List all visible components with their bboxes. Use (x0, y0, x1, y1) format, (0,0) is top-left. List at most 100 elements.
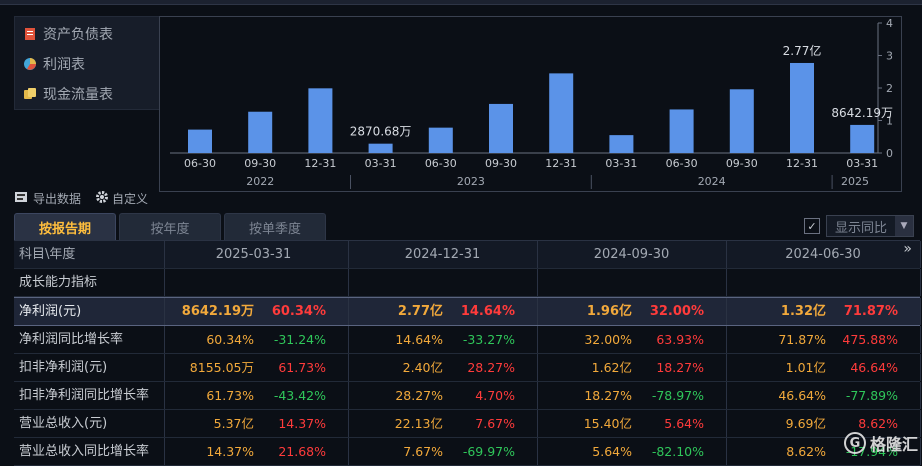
empty-cell (159, 269, 349, 296)
cash-flow-icon (23, 87, 37, 101)
column-header[interactable]: 2025-03-31 (159, 241, 349, 268)
cell-value: 14.37% (206, 444, 254, 459)
x-tick-label: 06-30 (184, 157, 216, 170)
data-label: 8642.19万 (831, 106, 893, 120)
bar[interactable] (308, 88, 333, 153)
cell-value: 2.77亿 (397, 304, 443, 319)
data-cell: 1.01亿 46.64% (726, 354, 921, 381)
data-cell: 8155.05万 61.73% (159, 354, 349, 381)
empty-cell (726, 269, 921, 296)
cell-value: 8.62% (786, 444, 826, 459)
bar[interactable] (428, 127, 453, 153)
cell-growth: 5.64% (664, 416, 704, 431)
top-border (0, 0, 922, 5)
bar[interactable] (850, 124, 875, 153)
sidebar-item-income-statement[interactable]: 利润表 (23, 53, 85, 75)
sidebar-item-label: 现金流量表 (43, 87, 113, 103)
cell-value: 1.32亿 (780, 304, 826, 319)
cell-growth: 63.93% (656, 332, 704, 347)
data-cell: 8642.19万 60.34% (159, 298, 349, 325)
column-header[interactable]: 2024-12-31 (348, 241, 538, 268)
bar[interactable] (609, 135, 634, 153)
data-cell: 60.34% -31.24% (159, 326, 349, 353)
table-row: 扣非净利润(元) 8155.05万 61.73% 2.40亿 28.27% 1.62亿 18… (14, 354, 921, 382)
customize-button[interactable]: 自定义 (95, 190, 148, 207)
cell-value: 2.40亿 (402, 360, 443, 375)
column-header[interactable]: 2024-09-30 (537, 241, 727, 268)
bar[interactable] (248, 111, 273, 153)
sidebar-item-label: 利润表 (43, 57, 85, 73)
empty-cell (348, 269, 538, 296)
cell-value: 71.87% (778, 332, 826, 347)
statement-sidebar: 资产负债表 利润表 现金流量表 (14, 16, 160, 110)
table-row: 扣非净利润同比增长率 61.73% -43.42% 28.27% 4.70% 18.27%… (14, 382, 921, 410)
sidebar-item-cash-flow[interactable]: 现金流量表 (23, 83, 113, 105)
row-label: 营业总收入(元) (14, 410, 165, 437)
cell-value: 5.37亿 (213, 416, 254, 431)
tab-by-quarter[interactable]: 按单季度 (224, 213, 326, 240)
data-cell: 1.96亿 32.00% (537, 298, 727, 325)
cell-growth: -77.89% (845, 388, 898, 403)
cell-value: 14.64% (395, 332, 443, 347)
data-cell: 1.32亿 71.87% (726, 298, 921, 325)
data-cell: 7.67% -69.97% (348, 438, 538, 465)
customize-label: 自定义 (112, 191, 149, 206)
cell-value: 15.40亿 (583, 416, 632, 431)
cell-value: 9.69亿 (785, 416, 826, 431)
data-cell: 5.37亿 14.37% (159, 410, 349, 437)
bar-chart-svg: 0123406-30 09-30 12-31 03-312870.68万06-30 09… (170, 17, 893, 189)
data-cell: 32.00% 63.93% (537, 326, 727, 353)
column-header[interactable]: 2024-06-30 (726, 241, 921, 268)
bar[interactable] (188, 129, 212, 153)
data-cell: 71.87% 475.88% (726, 326, 921, 353)
table-row: 净利润(元) 8642.19万 60.34% 2.77亿 14.64% 1.96亿 32.0… (14, 297, 921, 326)
year-label: 2025 (841, 175, 869, 188)
cell-growth: -82.10% (651, 444, 704, 459)
show-yoy-dropdown[interactable]: 显示同比 ▼ (826, 215, 914, 237)
watermark-text: 格隆汇 (869, 435, 918, 454)
tab-by-report-period[interactable]: 按报告期 (14, 213, 116, 240)
net-profit-chart: 0 1 2 3 4 06-30 09-30 12-31 03-31 2870.68万 06-30 09… (159, 16, 902, 192)
cell-growth: 475.88% (842, 332, 898, 347)
cell-growth: 28.27% (467, 360, 515, 375)
export-data-button[interactable]: 导出数据 (14, 190, 81, 207)
cell-growth: 32.00% (649, 304, 704, 319)
bar[interactable] (669, 109, 694, 153)
data-cell: 46.64% -77.89% (726, 382, 921, 409)
bar[interactable] (729, 89, 754, 153)
x-tick-label: 09-30 (244, 157, 276, 170)
sidebar-item-balance-sheet[interactable]: 资产负债表 (23, 23, 113, 45)
cell-value: 18.27% (584, 388, 632, 403)
data-cell: 2.40亿 28.27% (348, 354, 538, 381)
cell-value: 60.34% (206, 332, 254, 347)
y-tick-label: 3 (886, 50, 893, 63)
cell-value: 1.62亿 (591, 360, 632, 375)
x-tick-label: 09-30 (485, 157, 517, 170)
data-cell: 61.73% -43.42% (159, 382, 349, 409)
export-icon (14, 190, 30, 207)
row-label: 营业总收入同比增长率 (14, 438, 165, 465)
financial-table: 科目\年度 2025-03-31 2024-12-31 2024-09-30 2024-… (14, 240, 921, 466)
yoy-checkbox[interactable]: ✓ (804, 218, 820, 234)
cell-growth: 46.64% (850, 360, 898, 375)
x-tick-label: 12-31 (304, 157, 336, 170)
data-cell: 1.62亿 18.27% (537, 354, 727, 381)
y-tick-label: 2 (886, 82, 893, 95)
bar[interactable] (549, 73, 574, 153)
bar[interactable] (489, 103, 513, 153)
year-label: 2024 (698, 175, 726, 188)
data-cell: 28.27% 4.70% (348, 382, 538, 409)
row-label: 扣非净利润(元) (14, 354, 165, 381)
export-label: 导出数据 (33, 191, 82, 206)
section-label: 成长能力指标 (14, 269, 165, 296)
data-cell: 14.37% 21.68% (159, 438, 349, 465)
cell-growth: 14.64% (460, 304, 515, 319)
bar[interactable] (368, 143, 393, 153)
bar[interactable] (790, 62, 814, 153)
next-columns-icon[interactable]: » (903, 241, 912, 257)
tab-by-year[interactable]: 按年度 (119, 213, 221, 240)
cell-value: 8155.05万 (189, 360, 254, 375)
balance-sheet-icon (23, 27, 37, 41)
cell-value: 1.01亿 (785, 360, 826, 375)
x-tick-label: 12-31 (786, 157, 818, 170)
